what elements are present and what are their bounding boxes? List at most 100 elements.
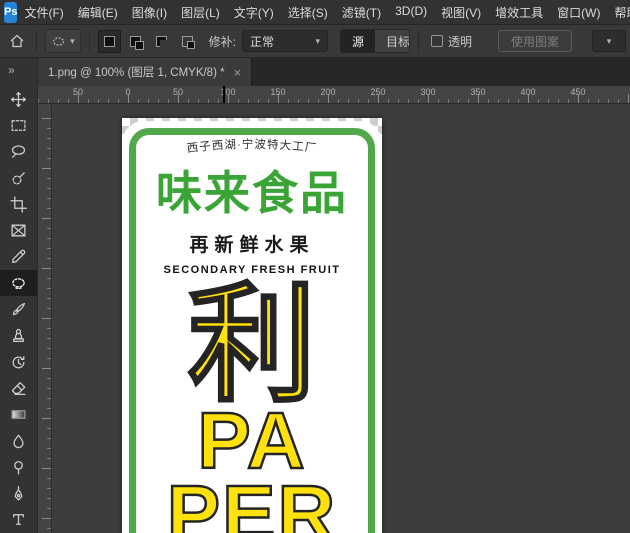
ruler-label: 0 [103,86,153,97]
home-button[interactable] [6,29,28,53]
brush-icon [10,301,27,318]
blur-icon [10,433,27,450]
ruler-position-marker [223,86,225,103]
gradient-tool-button[interactable] [0,402,37,428]
tool-preset-button[interactable]: ▾ [45,29,81,53]
divider [89,30,90,52]
menu-item-window[interactable]: 窗口(W) [557,4,600,21]
canvas-area[interactable]: 西子西湖·宁波特大工厂 味来食品 再新鲜水果 SECONDARY FRESH F… [52,104,630,533]
ruler-label: 300 [403,86,453,97]
lasso-tool-button[interactable] [0,139,37,165]
menu-item-edit[interactable]: 编辑(E) [78,4,118,21]
type-icon [10,511,27,528]
menu-item-type[interactable]: 文字(Y) [234,4,274,21]
lasso-icon [10,143,27,160]
selection-mode-new-button[interactable] [98,30,121,53]
eraser-tool-button[interactable] [0,375,37,401]
ruler-label: 350 [453,86,503,97]
document-window: 1.png @ 100% (图层 1, CMYK/8) * × 50 0 50 … [38,58,630,533]
menu-item-select[interactable]: 选择(S) [288,4,328,21]
selection-mode-group [98,30,199,53]
quick-selection-tool-button[interactable] [0,165,37,191]
close-icon[interactable]: × [234,66,242,79]
eyedropper-tool-button[interactable] [0,244,37,270]
pattern-picker-button[interactable]: ▾ [592,30,626,52]
rectangular-marquee-icon [10,117,27,134]
label-brand-cn: 味来食品 [122,168,382,219]
label-subtitle-cn: 再新鲜水果 [122,230,382,257]
gradient-icon [10,406,27,423]
history-brush-icon [10,354,27,371]
add-selection-icon [130,36,141,47]
selection-mode-add-button[interactable] [124,30,147,53]
menu-item-3d[interactable]: 3D(D) [395,4,427,21]
source-destination-toggle: 源 目标 [340,29,410,53]
ruler-label: 450 [553,86,603,97]
vertical-ruler[interactable] [38,104,52,533]
toolbar-collapse-button[interactable]: » [0,58,37,86]
history-brush-tool-button[interactable] [0,349,37,375]
blur-tool-button[interactable] [0,428,37,454]
dodge-icon [10,459,27,476]
transparent-label: 透明 [448,33,472,50]
ruler-numbers: 50 0 50 100 150 200 250 300 350 400 450 [38,86,630,97]
menu-item-filter[interactable]: 滤镜(T) [342,4,381,21]
eraser-icon [10,380,27,397]
menu-item-image[interactable]: 图像(I) [132,4,167,21]
move-tool-button[interactable] [0,86,37,112]
type-tool-button[interactable] [0,507,37,533]
tab-bar: 1.png @ 100% (图层 1, CMYK/8) * × [38,58,630,86]
patch-mode-dropdown[interactable]: 正常 ▾ [242,30,328,52]
menu-item-layer[interactable]: 图层(L) [181,4,220,21]
document-canvas[interactable]: 西子西湖·宁波特大工厂 味来食品 再新鲜水果 SECONDARY FRESH F… [122,118,382,533]
quick-selection-icon [10,170,27,187]
clone-stamp-tool-button[interactable] [0,323,37,349]
options-bar: ▾ 修补: 正常 ▾ 源 目标 透明 使用图案 ▾ [0,25,630,58]
move-icon [10,91,27,108]
dodge-tool-button[interactable] [0,454,37,480]
destination-button[interactable]: 目标 [375,30,410,52]
patch-tool-icon [51,34,66,49]
label-brand-en-line2: PER [122,477,382,533]
ruler-label: 50 [153,86,203,97]
rectangular-marquee-tool-button[interactable] [0,112,37,138]
patch-tool-button[interactable] [0,270,37,296]
patch-icon [10,275,27,292]
menu-item-file[interactable]: 文件(F) [24,4,63,21]
brush-tool-button[interactable] [0,296,37,322]
patch-mode-label: 修补: [209,33,236,50]
crop-tool-button[interactable] [0,191,37,217]
horizontal-ruler[interactable]: 50 0 50 100 150 200 250 300 350 400 450 [38,86,630,104]
ruler-label: 250 [353,86,403,97]
chevron-down-icon: ▾ [607,36,612,47]
menu-item-view[interactable]: 视图(V) [441,4,481,21]
label-brand-en: PA PER [122,404,382,533]
transparent-checkbox[interactable]: 透明 [431,33,472,50]
svg-text:西子西湖·宁波特大工厂: 西子西湖·宁波特大工厂 [186,137,318,155]
label-brand-en-line1: PA [122,404,382,478]
pen-tool-button[interactable] [0,480,37,506]
tools-panel: » [0,58,38,533]
ruler-label: 100 [203,86,253,97]
source-button[interactable]: 源 [341,30,375,52]
use-pattern-button: 使用图案 [498,30,572,52]
ruler-label: 200 [303,86,353,97]
intersect-selection-icon [182,36,193,47]
patch-mode-value: 正常 [250,33,274,50]
subtract-selection-icon [156,36,167,47]
selection-mode-intersect-button[interactable] [176,30,199,53]
checkbox-icon [431,35,443,47]
clone-stamp-icon [10,327,27,344]
menu-item-plugins[interactable]: 增效工具 [495,4,543,21]
menu-item-help[interactable]: 帮助(H) [614,4,630,21]
document-tab[interactable]: 1.png @ 100% (图层 1, CMYK/8) * × [38,58,252,86]
selection-mode-subtract-button[interactable] [150,30,173,53]
photoshop-logo-icon[interactable]: Ps [4,2,17,23]
frame-tool-button[interactable] [0,217,37,243]
label-big-character: 利 [122,282,382,410]
label-arc-text: 西子西湖·宁波特大工厂 [126,131,378,167]
new-selection-icon [104,36,115,47]
home-icon [9,33,25,49]
tab-title: 1.png @ 100% (图层 1, CMYK/8) * [48,64,225,80]
pen-icon [10,485,27,502]
